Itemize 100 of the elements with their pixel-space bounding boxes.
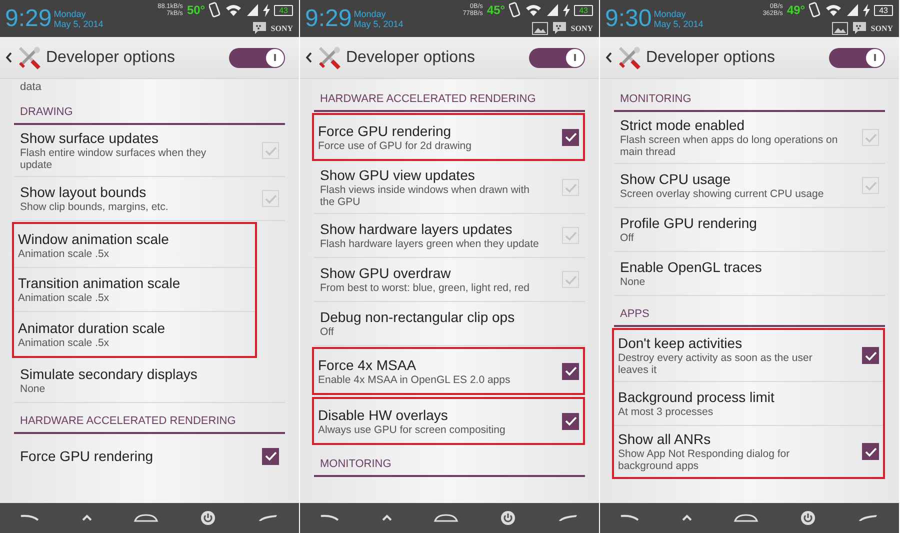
setting-summary: Animation scale .5x <box>18 248 110 260</box>
summary-text: data <box>19 81 42 94</box>
master-toggle[interactable] <box>829 48 885 68</box>
screen-title: Developer options <box>346 48 476 66</box>
clock-time: 9:29 <box>305 4 352 32</box>
phone-rotation-icon <box>209 2 222 18</box>
setting-title: Background process limit <box>618 389 776 405</box>
home-icon[interactable] <box>433 513 460 523</box>
charging-bolt-icon <box>563 4 570 16</box>
setting-row[interactable]: Animator duration scale Animation scale .5x <box>14 312 255 356</box>
setting-row[interactable]: Enable OpenGL traces None <box>614 252 885 296</box>
checkbox[interactable] <box>862 347 879 364</box>
setting-title: Force GPU rendering <box>318 122 452 138</box>
check-icon <box>564 416 576 426</box>
checkbox[interactable] <box>562 412 579 430</box>
phone-rotation-icon <box>509 2 522 18</box>
check-icon <box>564 132 576 142</box>
category-header: APPS <box>614 301 885 327</box>
check-icon <box>264 146 276 156</box>
recents-icon[interactable] <box>856 513 879 523</box>
setting-row[interactable]: Debug non-rectangular clip ops Off <box>314 302 585 346</box>
category-header: DRAWING <box>14 99 285 125</box>
tools-icon <box>616 44 642 70</box>
setting-summary: Animation scale .5x <box>18 336 110 348</box>
clock-day: Monday <box>54 8 104 18</box>
setting-row[interactable]: Show GPU view updates Flash views inside windows when drawn with the GPU <box>314 162 585 214</box>
checkbox[interactable] <box>862 443 879 460</box>
recents-icon[interactable] <box>256 513 279 523</box>
setting-summary: Flash hardware layers green when they update <box>320 238 540 250</box>
charging-bolt-icon <box>863 4 870 16</box>
setting-title: Show surface updates <box>20 130 160 146</box>
power-icon[interactable] <box>800 510 816 526</box>
home-icon[interactable] <box>733 513 760 523</box>
recents-icon[interactable] <box>556 513 579 523</box>
setting-title: Profile GPU rendering <box>620 215 758 231</box>
setting-row[interactable]: Show CPU usage Screen overlay showing current CPU usage <box>614 164 885 208</box>
clock-date: May 5, 2014 <box>654 18 704 28</box>
category-header: MONITORING <box>314 451 585 477</box>
battery-indicator: 43 <box>874 4 893 16</box>
setting-row[interactable]: Disable HW overlays Always use GPU for screen compositing <box>314 399 583 443</box>
home-icon[interactable] <box>133 513 160 523</box>
setting-row[interactable]: Force 4x MSAA Enable 4x MSAA in OpenGL ES 2.0 apps <box>314 349 583 393</box>
setting-row[interactable]: Transition animation scale Animation scale .5x <box>14 268 255 312</box>
setting-summary: Flash views inside windows when drawn with the GPU <box>320 184 531 208</box>
brand-label: SONY <box>570 24 593 32</box>
back-icon[interactable] <box>620 514 640 522</box>
setting-summary: At most 3 processes <box>618 406 714 418</box>
up-caret-icon[interactable] <box>380 514 393 522</box>
up-caret-icon[interactable] <box>680 514 693 522</box>
signal-icon <box>546 3 560 17</box>
checkbox[interactable] <box>562 128 579 146</box>
setting-row[interactable]: Show layout bounds Show clip bounds, margins, etc. <box>14 177 285 221</box>
back-icon[interactable] <box>20 514 40 522</box>
setting-summary: Screen overlay showing current CPU usage <box>620 188 825 200</box>
back-chevron-icon[interactable] <box>5 52 12 63</box>
master-toggle[interactable] <box>529 48 585 68</box>
check-icon <box>864 180 876 190</box>
setting-row[interactable]: Show all ANRs Show App Not Responding dialog for background apps <box>614 426 883 477</box>
setting-title: Transition animation scale <box>18 275 182 291</box>
setting-row[interactable]: Strict mode enabled Flash screen when apps do long operations on main thread <box>614 112 885 164</box>
signal-icon <box>846 3 860 17</box>
master-toggle[interactable] <box>229 48 285 68</box>
back-chevron-icon[interactable] <box>605 52 612 63</box>
check-icon <box>564 182 576 192</box>
back-chevron-icon[interactable] <box>305 52 312 63</box>
image-notification-icon <box>832 22 848 34</box>
setting-summary: Destroy every activity as soon as the user leaves it <box>618 352 814 376</box>
checkbox[interactable] <box>262 448 279 464</box>
screen-title: Developer options <box>46 48 176 66</box>
setting-title: Show CPU usage <box>620 171 732 187</box>
wifi-icon <box>825 3 842 17</box>
power-icon[interactable] <box>500 510 516 526</box>
signal-icon <box>246 3 260 17</box>
check-icon <box>564 230 576 240</box>
category-header: HARDWARE ACCELERATED RENDERING <box>14 408 285 434</box>
checkbox[interactable] <box>562 362 579 380</box>
setting-row[interactable]: Show hardware layers updates Flash hardware layers green when they update <box>314 214 585 258</box>
clock-day: Monday <box>354 8 404 18</box>
battery-indicator: 43 <box>574 4 593 16</box>
setting-row[interactable]: Simulate secondary displays None <box>14 359 285 403</box>
setting-row[interactable]: Window animation scale Animation scale .5x <box>14 224 255 268</box>
up-caret-icon[interactable] <box>80 514 93 522</box>
setting-summary: Flash entire window surfaces when they update <box>20 147 208 171</box>
setting-row[interactable]: Background process limit At most 3 processes <box>614 382 883 426</box>
setting-row[interactable]: Show GPU overdraw From best to worst: blue, green, light red, red <box>314 258 585 302</box>
setting-row[interactable]: Force GPU rendering <box>14 434 285 478</box>
setting-row[interactable]: Profile GPU rendering Off <box>614 208 885 252</box>
brand-label: SONY <box>870 24 893 32</box>
setting-summary: Always use GPU for screen compositing <box>318 424 506 436</box>
setting-row[interactable]: Force GPU rendering Force use of GPU for 2d drawing <box>314 115 583 159</box>
setting-row[interactable]: Show surface updates Flash entire window surfaces when they update <box>14 125 285 177</box>
setting-title: Show GPU view updates <box>320 167 476 183</box>
power-icon[interactable] <box>200 510 216 526</box>
brand-label: SONY <box>270 24 293 32</box>
back-icon[interactable] <box>320 514 340 522</box>
setting-summary: Enable 4x MSAA in OpenGL ES 2.0 apps <box>318 374 512 386</box>
setting-title: Don't keep activities <box>618 335 744 351</box>
charging-bolt-icon <box>263 4 270 16</box>
battery-indicator: 43 <box>274 4 293 16</box>
setting-row[interactable]: Don't keep activities Destroy every activity as soon as the user leaves it <box>614 330 883 382</box>
